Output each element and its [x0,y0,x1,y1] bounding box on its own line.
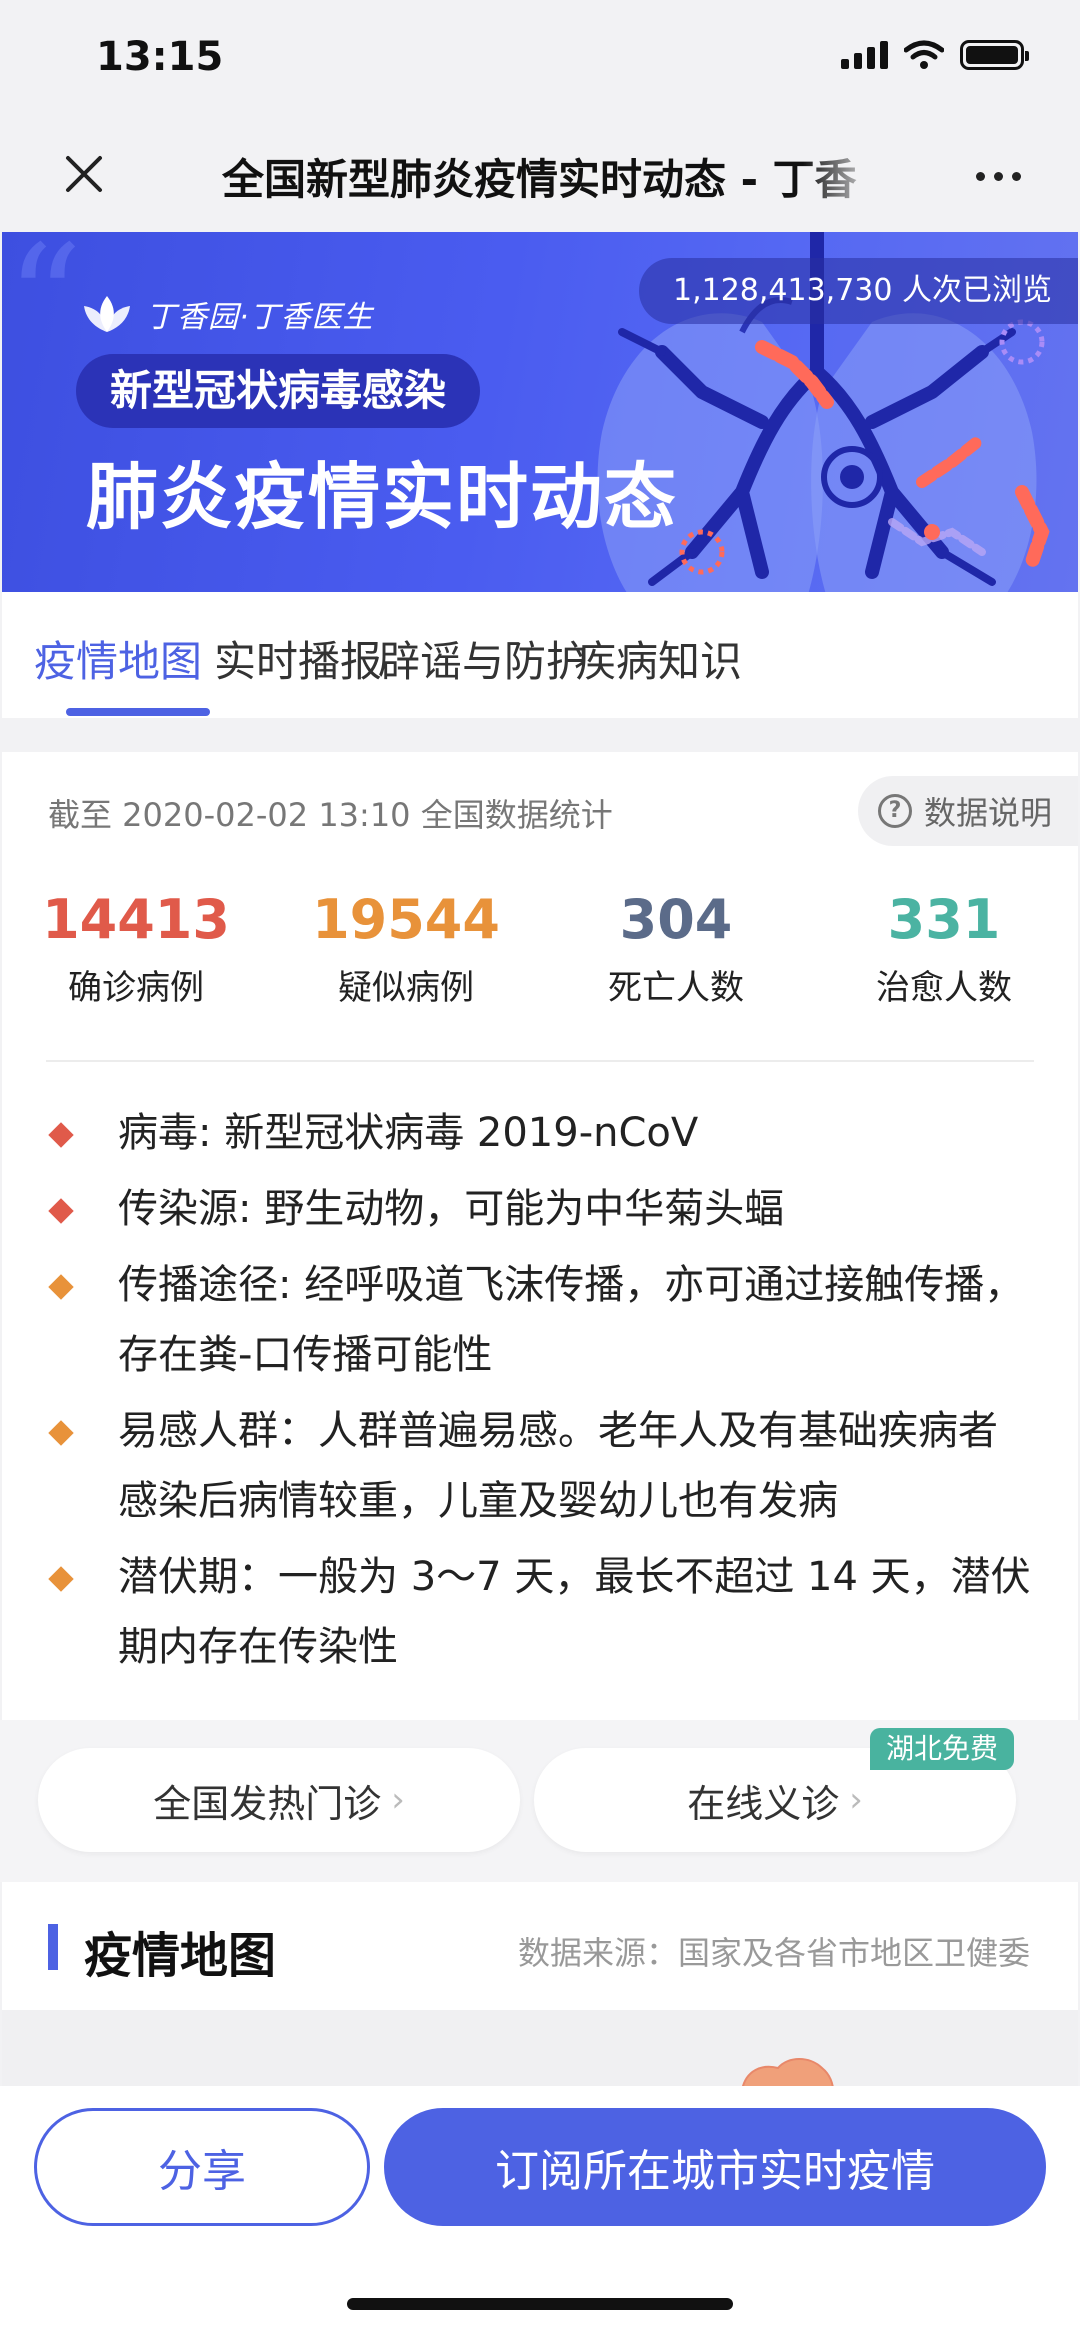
diamond-bullet-icon [48,1566,74,1592]
info-text: 病毒: 新型冠状病毒 2019-nCoV [118,1110,699,1156]
info-item-source: 传染源: 野生动物，可能为中华菊头蝠 [46,1174,1036,1244]
more-dots-icon [975,171,985,181]
question-icon: ? [877,794,912,828]
diamond-bullet-icon [48,1122,74,1148]
close-icon [66,156,102,192]
active-tab-indicator [66,708,210,716]
info-item-virus: 病毒: 新型冠状病毒 2019-nCoV [46,1098,1036,1168]
status-time: 13:15 [96,34,224,80]
data-note-label: 数据说明 [923,794,1052,832]
fever-clinic-button[interactable]: 全国发热门诊 › [38,1748,520,1852]
tab-bar: 疫情地图 实时播报 辟谣与防护 疾病知识 [2,592,1078,718]
data-note-button[interactable]: ? 数据说明 [857,776,1078,846]
subscribe-button[interactable]: 订阅所在城市实时疫情 [384,2108,1046,2226]
stat-label: 治愈人数 [876,968,1012,1008]
status-bar: 13:15 [0,0,1080,120]
stat-deaths: 304 死亡人数 [556,888,796,1009]
banner-title: 肺炎疫情实时动态 [86,455,679,539]
stats-card: 截至 2020-02-02 13:10 全国数据统计 ? 数据说明 14413 … [2,752,1078,1720]
more-menu-button[interactable] [960,150,1036,202]
brand-logo: 丁香园·丁香医生 [82,292,374,336]
diamond-bullet-icon [48,1420,74,1446]
info-text: 传播途径: 经呼吸道飞沫传播，亦可通过接触传播，存在粪-口传播可能性 [118,1262,1025,1378]
online-consult-label: 在线义诊 [687,1781,840,1826]
tab-rumor-protection[interactable]: 辟谣与防护 [378,628,588,689]
stat-value: 19544 [312,888,500,951]
stat-suspected: 19544 疑似病例 [286,888,526,1009]
stat-label: 确诊病例 [68,968,204,1008]
svg-text:“: “ [6,232,83,388]
diamond-bullet-icon [48,1274,74,1300]
section-accent-bar [48,1924,58,1970]
cellular-signal-icon [841,41,888,69]
status-icons [841,40,1029,70]
stat-value: 14413 [42,888,230,951]
info-text: 易感人群：人群普遍易感。老年人及有基础疾病者感染后病情较重，儿童及婴幼儿也有发病 [118,1408,998,1524]
free-badge: 湖北免费 [869,1728,1014,1770]
tab-live-report[interactable]: 实时播报 [214,628,382,689]
battery-icon [960,40,1029,70]
brand-name: 丁香园·丁香医生 [146,300,374,335]
stat-confirmed: 14413 确诊病例 [16,888,256,1009]
stat-label: 死亡人数 [608,968,744,1008]
info-list: 病毒: 新型冠状病毒 2019-nCoV 传染源: 野生动物，可能为中华菊头蝠 … [46,1098,1036,1688]
info-item-incubation: 潜伏期：一般为 3～7 天，最长不超过 14 天，潜伏期内存在传染性 [46,1542,1036,1682]
fever-clinic-label: 全国发热门诊 [153,1781,382,1826]
info-item-transmission: 传播途径: 经呼吸道飞沫传播，亦可通过接触传播，存在粪-口传播可能性 [46,1250,1036,1390]
tab-epidemic-map[interactable]: 疫情地图 [34,628,202,689]
stats-timestamp: 截至 2020-02-02 13:10 全国数据统计 [48,796,613,834]
close-button[interactable] [52,142,116,206]
banner-tag: 新型冠状病毒感染 [76,354,481,428]
wifi-icon [904,40,944,69]
map-section-title: 疫情地图 [84,1928,277,1984]
chevron-right-icon: › [391,1780,405,1820]
divider [46,1060,1034,1062]
stat-label: 疑似病例 [338,968,474,1008]
info-text: 传染源: 野生动物，可能为中华菊头蝠 [118,1186,785,1232]
view-count-badge: 1,128,413,730 人次已浏览 [638,258,1078,324]
stat-value: 331 [887,888,1001,951]
diamond-bullet-icon [48,1198,74,1224]
map-data-source: 数据来源：国家及各省市地区卫健委 [517,1934,1030,1972]
stat-value: 304 [619,888,733,951]
action-row: 全国发热门诊 › 在线义诊 › 湖北免费 [0,1720,1080,1882]
flower-logo-icon [84,296,130,332]
tab-disease-knowledge[interactable]: 疾病知识 [574,628,742,689]
map-section-header: 疫情地图 数据来源：国家及各省市地区卫健委 [2,1882,1078,2010]
nav-bar: 全国新型肺炎疫情实时动态 - 丁香 [0,120,1080,232]
home-indicator [347,2298,733,2310]
page-title: 全国新型肺炎疫情实时动态 - 丁香 [222,155,857,204]
info-item-susceptible: 易感人群：人群普遍易感。老年人及有基础疾病者感染后病情较重，儿童及婴幼儿也有发病 [46,1396,1036,1536]
hero-banner: “ 丁香园·丁香医生 1,128,413,730 人次已浏览 新型冠状病毒感染 … [2,232,1078,592]
share-button[interactable]: 分享 [34,2108,370,2226]
chevron-right-icon: › [849,1780,863,1820]
bottom-action-bar: 分享 订阅所在城市实时疫情 [0,2086,1080,2337]
info-text: 潜伏期：一般为 3～7 天，最长不超过 14 天，潜伏期内存在传染性 [118,1554,1031,1670]
stat-cured: 331 治愈人数 [824,888,1064,1009]
